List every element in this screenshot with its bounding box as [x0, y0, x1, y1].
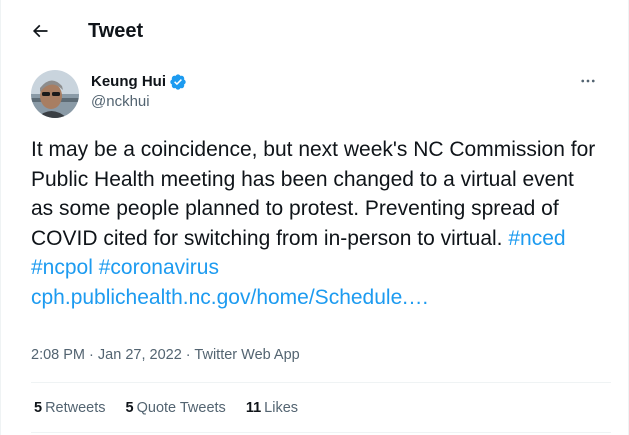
quote-tweets-count: 5 — [125, 400, 134, 416]
quote-tweets-stat[interactable]: 5 Quote Tweets — [126, 399, 226, 417]
tweet-page: Tweet Keung Hui @nckhui It may be a coin… — [0, 0, 629, 435]
more-options-button[interactable] — [575, 68, 601, 94]
page-title: Tweet — [88, 20, 144, 42]
arrow-left-icon — [32, 24, 48, 38]
retweets-label: Retweets — [45, 400, 106, 416]
url-link[interactable]: cph.publichealth.nc.gov/home/Schedule.… — [31, 286, 429, 309]
tweet-date[interactable]: Jan 27, 2022 — [98, 347, 182, 363]
quote-tweets-label: Quote Tweets — [136, 400, 226, 416]
retweets-stat[interactable]: 5 Retweets — [34, 399, 106, 417]
tweet-text: It may be a coincidence, but next week's… — [31, 135, 601, 312]
tweet-source[interactable]: Twitter Web App — [194, 347, 299, 363]
author-name[interactable]: Keung Hui — [91, 73, 187, 91]
hashtag-link[interactable]: #ncpol — [31, 256, 93, 279]
divider — [31, 432, 611, 433]
meta-separator: · — [89, 347, 94, 363]
tweet-meta: 2:08 PM · Jan 27, 2022 · Twitter Web App — [31, 346, 300, 364]
author-name-text: Keung Hui — [91, 73, 166, 90]
verified-badge-icon — [170, 74, 186, 90]
more-horizontal-icon — [581, 79, 595, 83]
header: Tweet — [1, 0, 628, 60]
avatar[interactable] — [31, 70, 79, 118]
author-handle[interactable]: @nckhui — [91, 93, 150, 111]
back-button[interactable] — [23, 14, 57, 48]
divider — [31, 382, 611, 383]
tweet-time[interactable]: 2:08 PM — [31, 347, 85, 363]
likes-label: Likes — [264, 400, 299, 416]
hashtag-link[interactable]: #nced — [508, 227, 565, 250]
meta-separator: · — [185, 347, 191, 363]
likes-count: 11 — [245, 400, 262, 416]
tweet-stats: 5 Retweets 5 Quote Tweets 11 Likes — [34, 399, 318, 417]
likes-stat[interactable]: 11 Likes — [246, 399, 298, 417]
retweets-count: 5 — [34, 400, 43, 416]
hashtag-link[interactable]: #coronavirus — [99, 256, 219, 279]
